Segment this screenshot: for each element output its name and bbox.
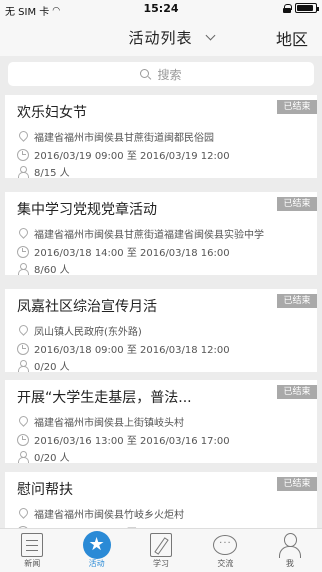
battery-icon bbox=[295, 3, 319, 13]
clock-icon bbox=[17, 149, 29, 161]
search-area: 搜索 bbox=[0, 56, 322, 92]
activity-location: 福建省福州市闽侯县竹岐乡火炬村 bbox=[34, 510, 184, 521]
activity-people: 0/20 人 bbox=[34, 453, 70, 464]
activity-location-row: 福建省福州市闽侯县竹岐乡火炬村 bbox=[17, 506, 184, 521]
status-badge: 已结束 bbox=[277, 477, 317, 491]
clock-icon bbox=[17, 246, 29, 258]
activity-time-row: 2016/03/19 09:00 至 2016/03/19 12:00 bbox=[17, 147, 230, 162]
star-icon: ★ bbox=[82, 531, 111, 559]
location-pin-icon bbox=[17, 325, 28, 336]
location-pin-icon bbox=[17, 416, 28, 427]
tab-study[interactable]: 学习 bbox=[129, 529, 193, 572]
activity-people-row: 0/20 人 bbox=[17, 449, 70, 464]
page-title: 活动列表 bbox=[128, 29, 193, 47]
status-right bbox=[283, 3, 319, 13]
activity-people-row: 0/20 人 bbox=[17, 358, 70, 373]
tab-news[interactable]: 新闻 bbox=[0, 529, 64, 572]
location-pin-icon bbox=[17, 508, 28, 519]
status-badge: 已结束 bbox=[277, 294, 317, 308]
status-bar: 无 SIM 卡 ◠ 15:24 bbox=[0, 0, 322, 18]
activity-name: 凤嘉社区综治宣传月活 bbox=[17, 299, 157, 315]
title-dropdown[interactable]: 活动列表 bbox=[0, 27, 322, 48]
activity-people: 0/20 人 bbox=[34, 362, 70, 373]
news-icon bbox=[21, 533, 44, 557]
edit-icon bbox=[150, 533, 173, 557]
person-icon bbox=[17, 451, 29, 463]
status-time: 15:24 bbox=[143, 2, 179, 15]
activity-time-row: 2016/03/18 14:00 至 2016/03/18 16:00 bbox=[17, 244, 230, 259]
activity-people: 8/15 人 bbox=[34, 168, 70, 179]
activity-people: 8/60 人 bbox=[34, 265, 70, 276]
activity-location: 福建省福州市闽侯县上街镇岐头村 bbox=[34, 418, 184, 429]
activity-name: 慰问帮扶 bbox=[17, 482, 73, 498]
chevron-down-icon bbox=[205, 30, 215, 41]
tab-me[interactable]: 我 bbox=[258, 529, 322, 572]
activity-location-row: 凤山镇人民政府(东外路) bbox=[17, 323, 142, 338]
activity-location-row: 福建省福州市闽侯县甘蔗街道福建省闽侯县实验中学 bbox=[17, 226, 264, 241]
activity-card[interactable]: 欢乐妇女节 已结束 福建省福州市闽侯县甘蔗街道闽都民俗园 2016/03/19 … bbox=[5, 95, 317, 179]
activity-time-row: 2016/03/18 09:00 至 2016/03/18 12:00 bbox=[17, 341, 230, 356]
activity-time: 2016/03/19 09:00 至 2016/03/19 12:00 bbox=[34, 151, 230, 162]
activity-card[interactable]: 开展“大学生走基层，普法... 已结束 福建省福州市闽侯县上街镇岐头村 2016… bbox=[5, 380, 317, 464]
activity-location-row: 福建省福州市闽侯县上街镇岐头村 bbox=[17, 414, 184, 429]
user-icon bbox=[278, 533, 301, 559]
chat-icon bbox=[213, 535, 238, 555]
activity-location-row: 福建省福州市闽侯县甘蔗街道闽都民俗园 bbox=[17, 129, 214, 144]
tab-label: 我 bbox=[285, 559, 294, 568]
activity-time-row: 2016/03/16 13:00 至 2016/03/16 17:00 bbox=[17, 432, 230, 447]
activity-location: 福建省福州市闽侯县甘蔗街道福建省闽侯县实验中学 bbox=[34, 230, 264, 241]
tab-chat[interactable]: 交流 bbox=[193, 529, 257, 572]
activity-card[interactable]: 集中学习党规党章活动 已结束 福建省福州市闽侯县甘蔗街道福建省闽侯县实验中学 2… bbox=[5, 192, 317, 276]
status-badge: 已结束 bbox=[277, 385, 317, 399]
status-badge: 已结束 bbox=[277, 100, 317, 114]
clock-icon bbox=[17, 434, 29, 446]
activity-people-row: 8/60 人 bbox=[17, 261, 70, 276]
tab-activity[interactable]: ★ 活动 bbox=[64, 529, 128, 572]
activity-time: 2016/03/18 09:00 至 2016/03/18 12:00 bbox=[34, 345, 230, 356]
activity-location: 福建省福州市闽侯县甘蔗街道闽都民俗园 bbox=[34, 133, 214, 144]
nav-bar: 活动列表 地区 bbox=[0, 18, 322, 56]
activity-location: 凤山镇人民政府(东外路) bbox=[34, 327, 142, 338]
activity-name: 欢乐妇女节 bbox=[17, 105, 87, 121]
status-badge: 已结束 bbox=[277, 197, 317, 211]
clock-icon bbox=[17, 343, 29, 355]
activity-name: 开展“大学生走基层，普法... bbox=[17, 390, 192, 406]
location-pin-icon bbox=[17, 131, 28, 142]
activity-people-row: 8/15 人 bbox=[17, 164, 70, 179]
tab-label: 新闻 bbox=[24, 559, 41, 568]
rotation-lock-icon bbox=[283, 3, 292, 13]
tab-label: 学习 bbox=[153, 559, 170, 568]
tab-label: 交流 bbox=[217, 559, 234, 568]
tab-bar: 新闻 ★ 活动 学习 交流 我 bbox=[0, 528, 322, 572]
activity-card[interactable]: 凤嘉社区综治宣传月活 已结束 凤山镇人民政府(东外路) 2016/03/18 0… bbox=[5, 289, 317, 373]
search-icon bbox=[140, 68, 151, 80]
region-button[interactable]: 地区 bbox=[276, 26, 308, 50]
person-icon bbox=[17, 360, 29, 372]
person-icon bbox=[17, 263, 29, 275]
person-icon bbox=[17, 166, 29, 178]
activity-name: 集中学习党规党章活动 bbox=[17, 202, 157, 218]
search-input[interactable]: 搜索 bbox=[8, 62, 314, 86]
activity-time: 2016/03/18 14:00 至 2016/03/18 16:00 bbox=[34, 248, 230, 259]
tab-label: 活动 bbox=[88, 559, 105, 568]
search-placeholder: 搜索 bbox=[157, 67, 182, 82]
location-pin-icon bbox=[17, 228, 28, 239]
activity-time: 2016/03/16 13:00 至 2016/03/16 17:00 bbox=[34, 436, 230, 447]
